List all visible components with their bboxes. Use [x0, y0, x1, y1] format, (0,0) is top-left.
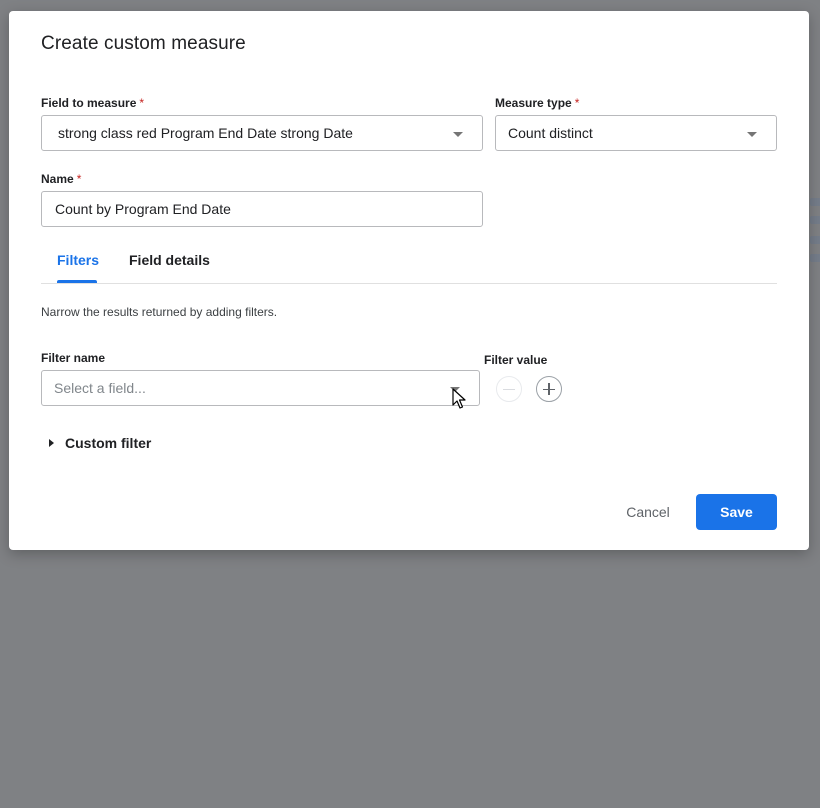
- measure-type-select[interactable]: Count distinct: [495, 115, 777, 151]
- active-tab-indicator: [57, 280, 97, 283]
- plus-circle-icon[interactable]: [536, 376, 562, 402]
- chevron-down-icon: [747, 132, 757, 137]
- field-to-measure-label-text: Field to measure: [41, 96, 137, 110]
- background-hint: [810, 236, 820, 244]
- tab-bar: Filters Field details: [41, 243, 777, 284]
- create-custom-measure-dialog: Create custom measure Field to measure * …: [9, 11, 809, 550]
- required-mark: *: [139, 96, 145, 110]
- tab-field-details[interactable]: Field details: [129, 252, 210, 268]
- filter-value-label: Filter value: [484, 353, 548, 367]
- background-hint: [810, 198, 820, 206]
- name-label: Name *: [41, 172, 81, 186]
- save-button[interactable]: Save: [696, 494, 777, 530]
- tab-filters[interactable]: Filters: [57, 252, 99, 268]
- caret-right-icon: [49, 439, 54, 447]
- required-mark: *: [76, 172, 82, 186]
- measure-type-label: Measure type *: [495, 96, 579, 110]
- filters-helper-text: Narrow the results returned by adding fi…: [41, 305, 278, 319]
- dialog-title: Create custom measure: [41, 33, 246, 54]
- measure-type-label-text: Measure type: [495, 96, 572, 110]
- custom-filter-label: Custom filter: [65, 435, 152, 451]
- name-label-text: Name: [41, 172, 74, 186]
- field-to-measure-select[interactable]: strong class red Program End Date strong…: [41, 115, 483, 151]
- background-hint: [810, 254, 820, 262]
- measure-type-value: Count distinct: [508, 125, 593, 141]
- mouse-pointer-icon: [452, 388, 466, 409]
- minus-glyph: [503, 388, 515, 390]
- filter-name-select[interactable]: Select a field...: [41, 370, 480, 406]
- cancel-button[interactable]: Cancel: [615, 494, 681, 530]
- name-input[interactable]: Count by Program End Date: [41, 191, 483, 227]
- required-mark: *: [574, 96, 580, 110]
- field-to-measure-value: strong class red Program End Date strong…: [58, 125, 353, 141]
- background-hint: [810, 216, 820, 224]
- filter-name-placeholder: Select a field...: [54, 380, 146, 396]
- field-to-measure-label: Field to measure *: [41, 96, 144, 110]
- chevron-down-icon: [453, 132, 463, 137]
- plus-glyph-vertical: [548, 383, 550, 395]
- name-input-value: Count by Program End Date: [55, 201, 231, 217]
- minus-circle-icon[interactable]: [496, 376, 522, 402]
- filter-name-label: Filter name: [41, 351, 106, 365]
